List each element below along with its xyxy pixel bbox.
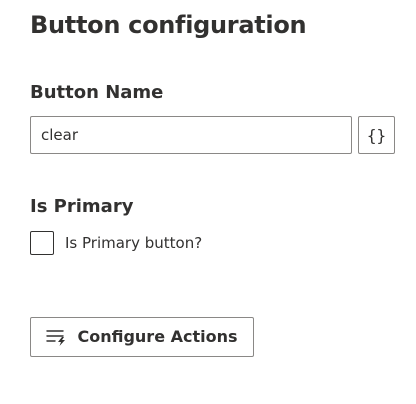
- expression-button[interactable]: {}: [358, 116, 395, 154]
- curly-braces-icon: {}: [366, 125, 387, 145]
- configure-actions-label: Configure Actions: [77, 327, 238, 346]
- actions-list-lightning-icon: [46, 330, 66, 346]
- is-primary-checkbox-label[interactable]: Is Primary button?: [65, 231, 202, 255]
- configure-actions-button[interactable]: Configure Actions: [30, 317, 254, 357]
- panel-title: Button configuration: [30, 11, 307, 39]
- button-name-label: Button Name: [30, 82, 164, 103]
- button-configuration-panel: Button configuration Button Name {} Is P…: [0, 0, 416, 404]
- is-primary-checkbox[interactable]: [30, 231, 54, 255]
- is-primary-checkbox-row[interactable]: Is Primary button?: [30, 231, 202, 255]
- button-name-input[interactable]: [30, 116, 352, 154]
- is-primary-label: Is Primary: [30, 196, 134, 217]
